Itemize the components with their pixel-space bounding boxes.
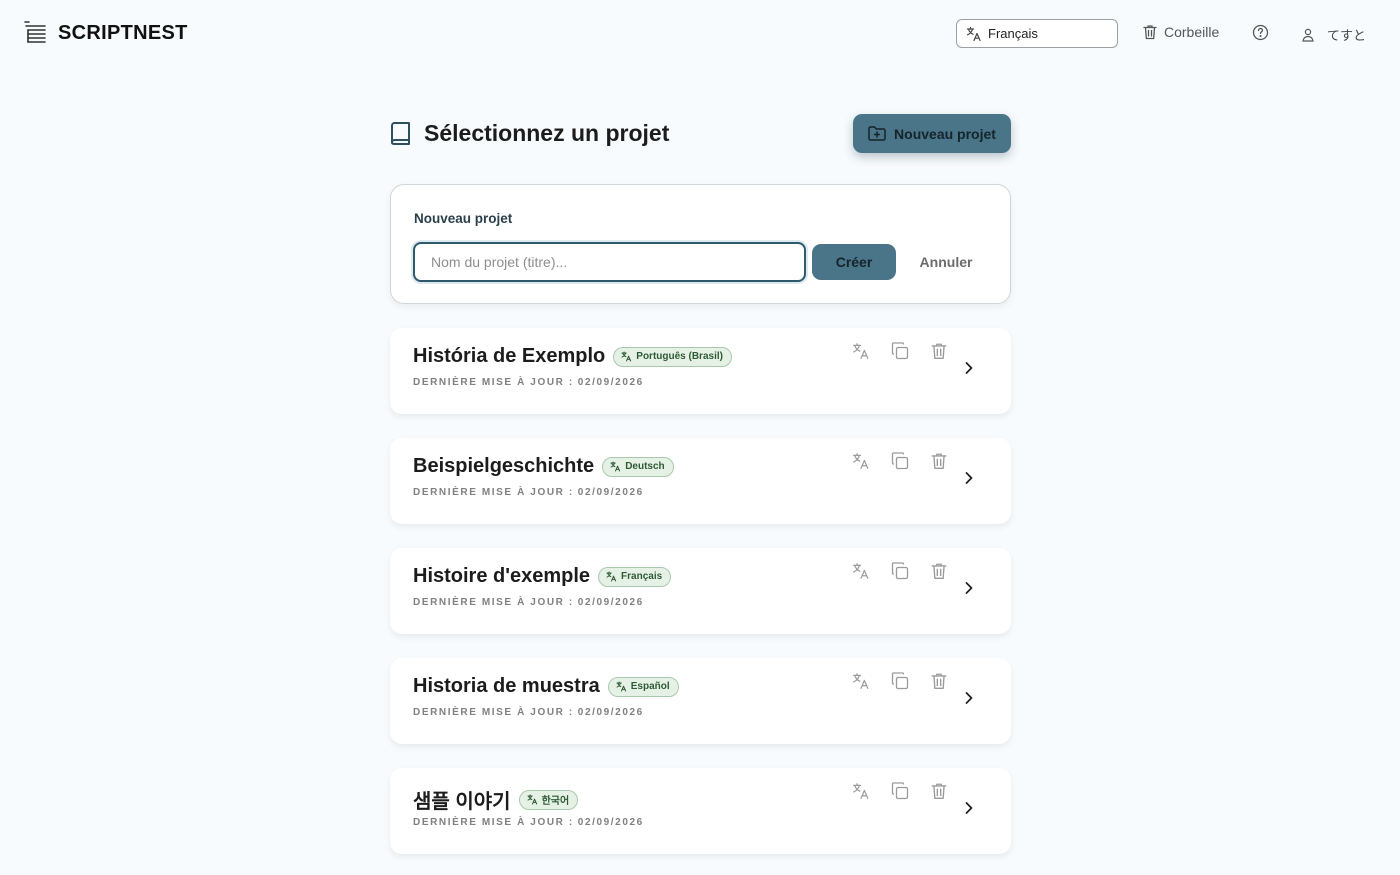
card-actions [852, 782, 969, 800]
project-title: Histoire d'exemple [413, 565, 591, 587]
card-actions [852, 562, 969, 580]
language-selector[interactable]: Français [956, 19, 1118, 48]
new-project-form: Nouveau projet Créer Annuler [390, 184, 1011, 304]
language-badge-label: Português (Brasil) [636, 351, 723, 362]
page-title: Sélectionnez un projet [424, 120, 670, 146]
new-project-button-label: Nouveau projet [894, 125, 996, 142]
last-updated-label: DERNIÈRE MISE À JOUR : [413, 487, 574, 498]
last-updated-date: 02/09/2026 [577, 377, 644, 388]
help-circle-icon[interactable] [1252, 24, 1269, 41]
chevron-right-icon[interactable] [963, 580, 975, 596]
language-badge-label: 한국어 [541, 796, 570, 807]
trash-label: Corbeille [1164, 24, 1220, 40]
last-updated-label: DERNIÈRE MISE À JOUR : [413, 707, 574, 718]
language-badge-label: Español [630, 681, 670, 692]
chevron-right-icon[interactable] [963, 470, 975, 486]
language-badge: 한국어 [518, 789, 579, 810]
trash-link[interactable]: Corbeille [1143, 24, 1219, 40]
book-icon [391, 122, 410, 145]
last-updated: DERNIÈRE MISE À JOUR :02/09/2026 [413, 487, 644, 498]
last-updated: DERNIÈRE MISE À JOUR :02/09/2026 [413, 597, 644, 608]
project-title: História de Exemplo [413, 345, 606, 367]
language-badge-label: Deutsch [625, 461, 665, 472]
new-project-button[interactable]: Nouveau projet [853, 114, 1011, 153]
last-updated: DERNIÈRE MISE À JOUR :02/09/2026 [413, 707, 644, 718]
language-badge: Deutsch [602, 456, 674, 477]
trash-icon[interactable] [930, 342, 948, 360]
last-updated-date: 02/09/2026 [577, 817, 644, 828]
translate-icon[interactable] [852, 342, 870, 360]
last-updated-label: DERNIÈRE MISE À JOUR : [413, 377, 574, 388]
translate-icon [616, 681, 626, 692]
last-updated-date: 02/09/2026 [577, 597, 644, 608]
title-row: Sélectionnez un projet Nouveau projet [390, 114, 1011, 154]
translate-icon [527, 794, 537, 805]
language-selector-value: Français [988, 26, 1038, 41]
duplicate-icon[interactable] [891, 562, 909, 580]
trash-icon[interactable] [930, 782, 948, 800]
folder-plus-icon [868, 126, 886, 141]
translate-icon [621, 351, 632, 362]
trash-icon[interactable] [930, 672, 948, 690]
trash-icon [1143, 25, 1157, 40]
chevron-right-icon[interactable] [963, 800, 975, 816]
last-updated-date: 02/09/2026 [577, 707, 644, 718]
project-card[interactable]: Histoire d'exemple Français DERNIÈRE MIS… [390, 548, 1011, 634]
project-card[interactable]: História de Exemplo Português (Brasil) D… [390, 328, 1011, 414]
user-icon [1302, 28, 1314, 42]
chevron-right-icon[interactable] [963, 360, 975, 376]
trash-icon[interactable] [930, 452, 948, 470]
project-list: História de Exemplo Português (Brasil) D… [390, 328, 1011, 854]
last-updated: DERNIÈRE MISE À JOUR :02/09/2026 [413, 817, 644, 828]
cancel-button[interactable]: Annuler [911, 244, 981, 280]
project-card[interactable]: 샘플 이야기 한국어 DERNIÈRE MISE À JOUR :02/09/2… [390, 768, 1011, 854]
chevron-right-icon[interactable] [963, 690, 975, 706]
card-actions [852, 452, 969, 470]
translate-icon[interactable] [852, 672, 870, 690]
last-updated-label: DERNIÈRE MISE À JOUR : [413, 597, 574, 608]
translate-icon[interactable] [852, 782, 870, 800]
translate-icon[interactable] [852, 562, 870, 580]
translate-icon [606, 571, 617, 582]
top-bar: SCRIPTNEST Français Corbeille てすと [0, 0, 1400, 66]
duplicate-icon[interactable] [891, 452, 909, 470]
duplicate-icon[interactable] [891, 782, 909, 800]
list-logo-icon [24, 21, 46, 43]
trash-icon[interactable] [930, 562, 948, 580]
card-actions [852, 672, 969, 690]
duplicate-icon[interactable] [891, 342, 909, 360]
project-title: Historia de muestra [413, 675, 600, 697]
last-updated: DERNIÈRE MISE À JOUR :02/09/2026 [413, 377, 644, 388]
user-menu[interactable]: てすと [1302, 25, 1366, 44]
language-badge-label: Français [621, 571, 663, 582]
new-project-form-label: Nouveau projet [414, 211, 513, 226]
last-updated-date: 02/09/2026 [577, 487, 644, 498]
project-card[interactable]: Historia de muestra Español DERNIÈRE MIS… [390, 658, 1011, 744]
translate-icon [966, 26, 981, 41]
project-title: 샘플 이야기 [413, 791, 511, 813]
card-actions [852, 342, 969, 360]
last-updated-label: DERNIÈRE MISE À JOUR : [413, 817, 574, 828]
brand-name: SCRIPTNEST [58, 21, 188, 44]
create-button[interactable]: Créer [812, 244, 896, 280]
language-badge: Español [607, 676, 679, 697]
language-badge: Português (Brasil) [613, 346, 732, 367]
language-badge: Français [598, 566, 672, 587]
user-name: てすと [1327, 28, 1367, 43]
project-name-input[interactable] [413, 242, 806, 282]
translate-icon[interactable] [852, 452, 870, 470]
translate-icon [610, 461, 621, 472]
project-card[interactable]: Beispielgeschichte Deutsch DERNIÈRE MISE… [390, 438, 1011, 524]
duplicate-icon[interactable] [891, 672, 909, 690]
brand[interactable]: SCRIPTNEST [24, 20, 188, 46]
project-title: Beispielgeschichte [413, 455, 595, 477]
